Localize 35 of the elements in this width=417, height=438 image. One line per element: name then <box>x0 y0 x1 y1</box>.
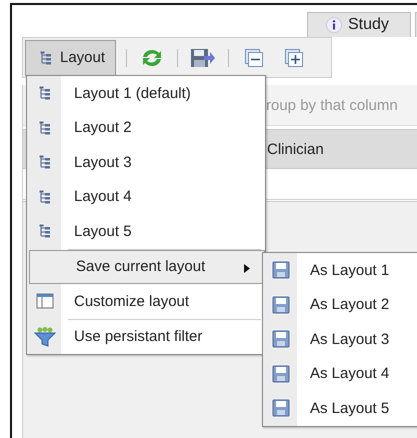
floppy-icon <box>272 261 290 280</box>
group-hint: roup by that column <box>266 96 398 114</box>
menu-item[interactable]: As Layout 5 <box>263 391 417 426</box>
menu-item[interactable]: As Layout 1 <box>263 253 417 288</box>
menu-item[interactable]: As Layout 2 <box>263 288 417 322</box>
expand-icon <box>285 48 304 66</box>
table-layout-icon <box>36 293 54 310</box>
collapse-icon <box>245 48 264 66</box>
tree-icon <box>39 155 51 170</box>
tree-icon <box>40 50 52 64</box>
save-arrow-icon <box>190 48 216 68</box>
tree-icon <box>39 86 51 100</box>
filter-icon <box>34 326 56 347</box>
tree-icon <box>39 120 51 135</box>
menu-item[interactable]: Use persistant filter <box>27 320 265 354</box>
menu-item[interactable]: Customize layout <box>27 284 265 318</box>
menu-item[interactable]: Layout 1 (default) <box>27 76 265 110</box>
column-header[interactable]: Clinician <box>267 140 324 158</box>
info-icon <box>326 17 342 33</box>
floppy-icon <box>272 399 290 418</box>
floppy-icon <box>272 330 290 348</box>
study-tab[interactable]: Study <box>307 12 411 37</box>
menu-item[interactable]: As Layout 4 <box>263 356 417 391</box>
floppy-icon <box>272 364 290 383</box>
menu-item[interactable]: Layout 2 <box>27 110 265 145</box>
tree-icon <box>39 190 51 204</box>
menu-item[interactable]: As Layout 3 <box>263 322 417 356</box>
tree-icon <box>39 224 51 238</box>
menu-item[interactable]: Layout 4 <box>27 180 265 214</box>
layout-button[interactable]: Layout <box>25 40 116 76</box>
floppy-icon <box>272 296 290 314</box>
menu-item[interactable]: Layout 3 <box>27 145 265 180</box>
menu-item[interactable]: Save current layout <box>29 250 265 284</box>
submenu-arrow-icon <box>244 264 250 272</box>
menu-item[interactable]: Layout 5 <box>27 214 265 248</box>
